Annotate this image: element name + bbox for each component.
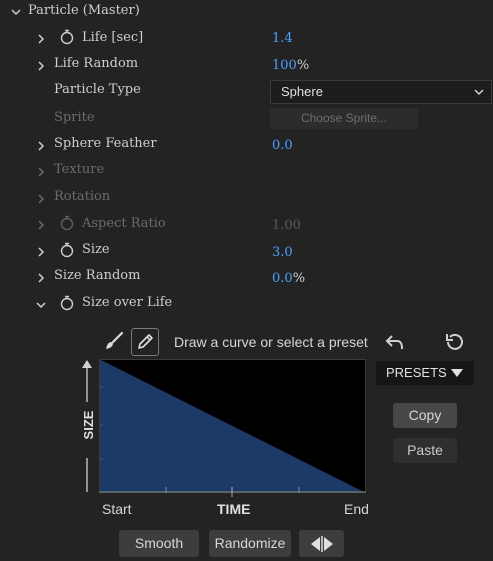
x-axis-start-label: Start <box>102 501 132 517</box>
stopwatch-icon[interactable] <box>59 295 75 311</box>
stopwatch-icon[interactable] <box>59 242 75 258</box>
randomize-button[interactable]: Randomize <box>209 530 291 557</box>
size-value[interactable]: 3.0 <box>272 245 293 261</box>
curve-hint-text: Draw a curve or select a preset <box>174 334 368 350</box>
aspect-ratio-value: 1.00 <box>272 218 301 233</box>
life-random-number[interactable]: 100 <box>272 58 297 73</box>
particle-type-selected: Sphere <box>281 84 323 99</box>
rotation-label: Rotation <box>54 189 111 204</box>
presets-dropdown[interactable]: PRESETS <box>376 361 474 385</box>
row-sphere-feather: Sphere Feather 0.0 <box>0 133 493 159</box>
chevron-down-icon[interactable] <box>34 298 48 312</box>
size-over-life-graph[interactable] <box>99 359 366 493</box>
chevron-right-icon[interactable] <box>34 32 48 46</box>
mirror-button[interactable] <box>299 530 344 557</box>
life-random-label: Life Random <box>54 56 139 71</box>
size-random-number[interactable]: 0.0 <box>272 271 293 286</box>
size-label: Size <box>82 242 110 257</box>
row-size-over-life: Size over Life <box>0 292 493 318</box>
presets-label: PRESETS <box>386 365 447 380</box>
size-over-life-label: Size over Life <box>82 295 173 310</box>
sphere-feather-label: Sphere Feather <box>54 136 157 151</box>
section-header[interactable]: Particle (Master) <box>0 0 493 22</box>
y-axis-label: SIZE <box>81 410 96 440</box>
brush-icon[interactable] <box>103 330 125 352</box>
chevron-down-icon <box>474 89 484 96</box>
section-title: Particle (Master) <box>28 3 140 18</box>
chevron-right-icon[interactable] <box>34 59 48 73</box>
row-rotation: Rotation <box>0 186 493 212</box>
x-axis-ticks <box>99 487 366 497</box>
chevron-right-icon[interactable] <box>34 192 48 206</box>
row-life: Life [sec] 1.4 <box>0 26 493 52</box>
x-axis-end-label: End <box>344 501 369 517</box>
stopwatch-icon[interactable] <box>59 29 75 45</box>
stopwatch-icon[interactable] <box>59 215 75 231</box>
pencil-icon <box>138 334 153 349</box>
pencil-tool-button[interactable] <box>131 328 159 356</box>
chevron-down-icon[interactable] <box>9 5 23 19</box>
choose-sprite-button[interactable]: Choose Sprite... <box>270 108 418 129</box>
size-random-value[interactable]: 0.0% <box>272 271 305 287</box>
smooth-button[interactable]: Smooth <box>119 530 199 557</box>
row-aspect-ratio: Aspect Ratio 1.00 <box>0 212 493 238</box>
y-axis-label-wrap: SIZE <box>78 408 98 442</box>
row-size-random: Size Random 0.0% <box>0 265 493 291</box>
life-label: Life [sec] <box>82 30 144 45</box>
row-size: Size 3.0 <box>0 239 493 265</box>
x-axis-label: TIME <box>217 501 251 517</box>
life-random-value[interactable]: 100% <box>272 58 309 74</box>
row-texture: Texture <box>0 159 493 185</box>
flip-horizontal-icon <box>311 536 333 552</box>
paste-button[interactable]: Paste <box>393 438 457 463</box>
particle-type-dropdown[interactable]: Sphere <box>270 80 492 104</box>
chevron-right-icon[interactable] <box>34 218 48 232</box>
life-value[interactable]: 1.4 <box>272 31 293 47</box>
sphere-feather-value[interactable]: 0.0 <box>272 138 293 154</box>
triangle-down-icon <box>451 369 463 377</box>
chevron-right-icon[interactable] <box>34 271 48 285</box>
sprite-label: Sprite <box>54 110 95 125</box>
reset-icon[interactable] <box>444 331 466 353</box>
chevron-right-icon[interactable] <box>34 165 48 179</box>
size-random-label: Size Random <box>54 268 141 283</box>
aspect-ratio-label: Aspect Ratio <box>82 216 166 231</box>
chevron-right-icon[interactable] <box>34 139 48 153</box>
size-random-unit: % <box>292 271 306 286</box>
row-life-random: Life Random 100% <box>0 53 493 79</box>
chevron-right-icon[interactable] <box>34 245 48 259</box>
copy-button[interactable]: Copy <box>393 403 457 428</box>
particle-type-label: Particle Type <box>54 82 141 97</box>
row-sprite: Sprite Choose Sprite... <box>0 106 493 132</box>
row-particle-type: Particle Type Sphere <box>0 79 493 105</box>
texture-label: Texture <box>54 162 105 177</box>
undo-icon[interactable] <box>384 331 406 353</box>
life-random-unit: % <box>296 58 310 73</box>
